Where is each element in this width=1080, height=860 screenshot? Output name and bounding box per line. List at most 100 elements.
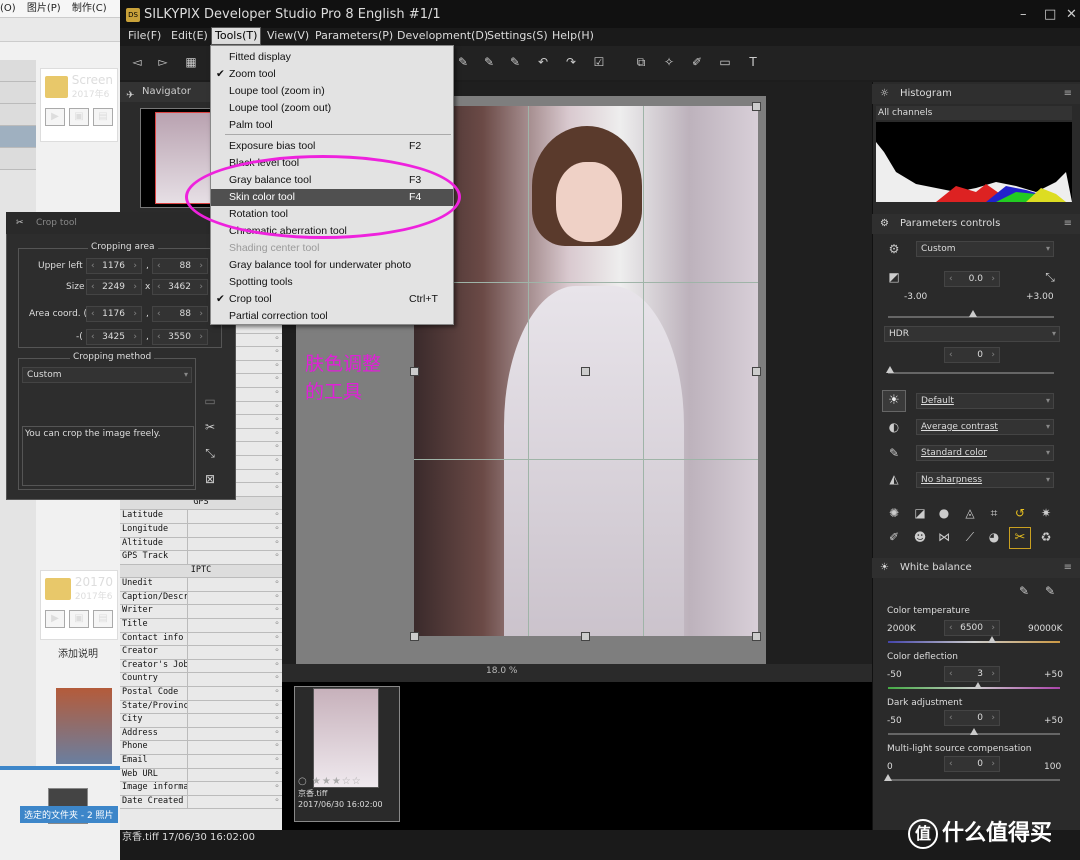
hdr-dropdown[interactable]: HDR ▾ (884, 326, 1060, 342)
folder-card-1[interactable]: Screen 2017年6 ▶ ▣ ▤ (40, 68, 118, 142)
crop-handle-br[interactable] (752, 632, 761, 641)
maximize-button[interactable]: □ (1044, 0, 1056, 30)
info-value[interactable] (188, 619, 272, 632)
info-value[interactable] (188, 551, 272, 564)
info-edit-icon[interactable]: ◦ (272, 714, 282, 727)
info-value[interactable] (188, 538, 272, 551)
rotate-tool-icon[interactable]: ↺ (1012, 506, 1028, 520)
info-edit-icon[interactable]: ◦ (272, 361, 282, 374)
area-y1-spinner[interactable]: 88 (152, 306, 208, 322)
info-value[interactable] (188, 701, 272, 714)
upper-left-y-spinner[interactable]: 88 (152, 258, 208, 274)
transform-icon[interactable]: ⌗ (986, 506, 1002, 521)
info-edit-icon[interactable]: ◦ (272, 782, 282, 795)
rotate-left-icon[interactable]: ↶ (536, 55, 550, 69)
tone-dropdown[interactable]: Average contrast ▾ (916, 419, 1054, 435)
histogram-channel-select[interactable]: All channels (876, 106, 1072, 120)
bg-menu-create[interactable]: 制作(C) (72, 3, 107, 14)
eyedropper-icon[interactable]: ✎ (456, 55, 470, 69)
add-description-link[interactable]: 添加说明 (58, 645, 98, 660)
size-w-spinner[interactable]: 2249 (86, 279, 142, 295)
menu-settings[interactable]: Settings(S) (487, 29, 548, 42)
exposure-spinner[interactable]: 0.0 (944, 271, 1000, 287)
temp-spinner[interactable]: 6500 (944, 620, 1000, 636)
info-value[interactable] (188, 769, 272, 782)
area-x2-spinner[interactable]: 3425 (86, 329, 142, 345)
info-edit-icon[interactable]: ◦ (272, 755, 282, 768)
cropping-method-dropdown[interactable]: Custom ▾ (22, 367, 192, 383)
tools-menu-item[interactable]: Gray balance tool for underwater photo (211, 257, 453, 274)
info-edit-icon[interactable]: ◦ (272, 374, 282, 387)
color-dropdown[interactable]: Standard color ▾ (916, 445, 1054, 461)
crop-handle-bm[interactable] (581, 632, 590, 641)
tools-menu-item[interactable]: Exposure bias tool F2 (211, 138, 453, 155)
tools-menu-item[interactable]: Partial correction tool (211, 308, 453, 325)
wb-sun-icon[interactable]: ☀ (882, 390, 906, 412)
nav-strip-item[interactable] (0, 82, 36, 104)
menu-tools[interactable]: Tools(T) (211, 27, 262, 45)
info-edit-icon[interactable]: ◦ (272, 470, 282, 483)
info-edit-icon[interactable]: ◦ (272, 538, 282, 551)
sharpness-dropdown[interactable]: No sharpness ▾ (916, 472, 1054, 488)
info-edit-icon[interactable]: ◦ (272, 673, 282, 686)
sphere-icon[interactable]: ● (936, 506, 952, 520)
spotting-icon[interactable]: ✧ (662, 55, 676, 69)
taste-dropdown[interactable]: Custom ▾ (916, 241, 1054, 257)
info-value[interactable] (188, 605, 272, 618)
bg-menu-o[interactable]: (O) (0, 3, 16, 14)
menu-file[interactable]: File(F) (128, 29, 161, 42)
tools-menu-item[interactable]: Spotting tools (211, 274, 453, 291)
info-edit-icon[interactable]: ◦ (272, 633, 282, 646)
slideshow-icon[interactable]: ▤ (93, 610, 113, 628)
info-value[interactable] (188, 510, 272, 523)
info-edit-icon[interactable]: ◦ (272, 728, 282, 741)
hdr-slider[interactable] (888, 372, 1054, 374)
info-edit-icon[interactable]: ◦ (272, 741, 282, 754)
info-value[interactable] (188, 633, 272, 646)
check-icon[interactable]: ☑ (592, 55, 606, 69)
slideshow-icon[interactable]: ▤ (93, 108, 113, 126)
info-edit-icon[interactable]: ◦ (272, 456, 282, 469)
exposure-slider-knob[interactable] (969, 310, 977, 317)
info-edit-icon[interactable]: ◦ (272, 442, 282, 455)
undo-icon[interactable]: ◅ (130, 55, 144, 69)
menu-development[interactable]: Development(D) (397, 29, 488, 42)
info-edit-icon[interactable]: ◦ (272, 551, 282, 564)
info-value[interactable] (188, 578, 272, 591)
crop-handle-bl[interactable] (410, 632, 419, 641)
settings-burst-icon[interactable]: ✷ (1038, 506, 1054, 520)
defl-spinner[interactable]: 3 (944, 666, 1000, 682)
menu-view[interactable]: View(V) (267, 29, 309, 42)
info-edit-icon[interactable]: ◦ (272, 660, 282, 673)
eyedropper-skin-icon[interactable]: ✎ (508, 55, 522, 69)
info-value[interactable] (188, 673, 272, 686)
nav-strip-item[interactable] (0, 104, 36, 126)
info-edit-icon[interactable]: ◦ (272, 524, 282, 537)
wb-eyedropper-icon[interactable]: ✎ (1016, 584, 1032, 598)
spot-icon[interactable]: ◕ (986, 530, 1002, 544)
tools-menu-item[interactable]: Black level tool (211, 155, 453, 172)
zoom-readout[interactable]: 18.0 % (486, 666, 517, 676)
taste-gear-icon[interactable]: ⚙ (886, 242, 902, 256)
dark-slider-knob[interactable] (970, 728, 978, 735)
multi-slider-knob[interactable] (884, 774, 892, 781)
crop-tool-active-icon[interactable]: ✂ (1009, 527, 1031, 549)
rating-stars[interactable]: ○ ★★★☆☆ (298, 776, 362, 787)
info-edit-icon[interactable]: ◦ (272, 687, 282, 700)
tools-menu-item[interactable]: Skin color tool F4 (211, 189, 453, 206)
panel-menu-icon[interactable]: ≡ (1064, 558, 1072, 578)
auto-exposure-icon[interactable]: ⤡ (1042, 270, 1058, 285)
image-icon[interactable]: ▣ (69, 610, 89, 628)
noise-icon[interactable]: ✺ (886, 506, 902, 520)
bg-menu-picture[interactable]: 图片(P) (27, 3, 61, 14)
panel-menu-icon[interactable]: ≡ (1064, 214, 1072, 234)
menu-help[interactable]: Help(H) (552, 29, 594, 42)
nav-strip-item[interactable] (0, 148, 36, 170)
image-icon[interactable]: ▣ (69, 108, 89, 126)
tools-menu-item[interactable]: Rotation tool (211, 206, 453, 223)
info-value[interactable] (188, 755, 272, 768)
folder-card-2[interactable]: 20170 2017年6 ▶ ▣ ▤ (40, 570, 118, 640)
crop-handle-tr[interactable] (752, 102, 761, 111)
brush-icon[interactable]: ✐ (886, 530, 902, 544)
filmstrip-thumbnail[interactable] (313, 688, 379, 788)
